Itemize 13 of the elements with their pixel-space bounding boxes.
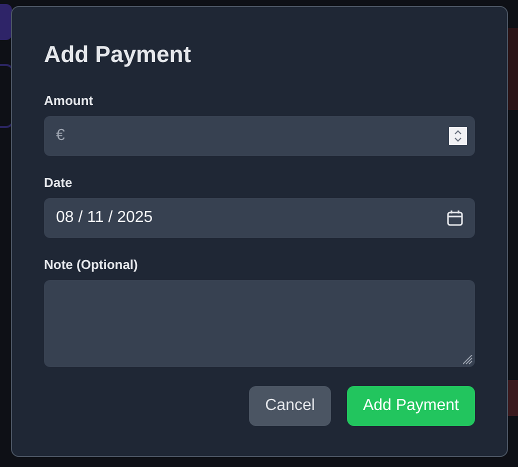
- dialog-title: Add Payment: [44, 40, 192, 69]
- calendar-icon[interactable]: [446, 209, 464, 227]
- spinner-icon[interactable]: [449, 127, 467, 145]
- amount-field[interactable]: €: [44, 116, 475, 156]
- resize-handle-icon[interactable]: [463, 355, 473, 365]
- field-label: Note (Optional): [44, 257, 138, 273]
- field-label: Amount: [44, 93, 94, 109]
- currency-symbol: €: [56, 127, 65, 145]
- date-value: 08 / 11 / 2025: [56, 209, 153, 227]
- date-field[interactable]: 08 / 11 / 2025: [44, 198, 475, 238]
- cancel-button[interactable]: Cancel: [249, 386, 331, 426]
- note-field[interactable]: [44, 280, 475, 367]
- field-label: Date: [44, 175, 72, 191]
